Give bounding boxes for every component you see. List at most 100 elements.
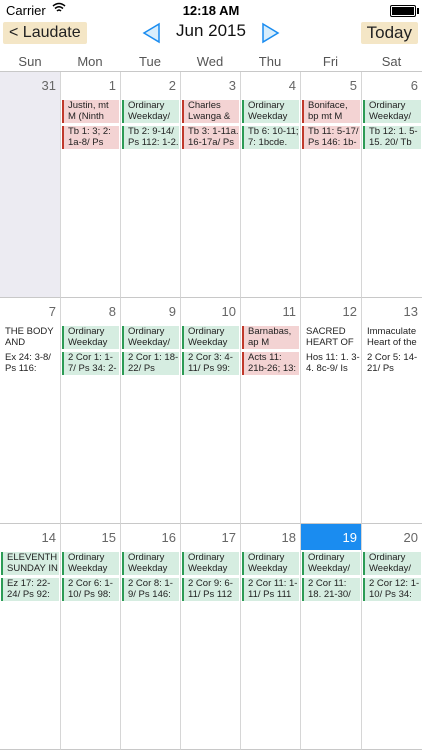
calendar-event[interactable]: Ordinary Weekday/ <box>122 326 179 349</box>
battery-icon <box>390 5 419 17</box>
calendar-event[interactable]: SACRED HEART OF <box>302 326 360 349</box>
day-number: 10 <box>221 304 236 319</box>
month-title: Jun 2015 <box>176 21 246 40</box>
calendar-event[interactable]: 2 Cor 1: 1-7/ Ps 34: 2-3. <box>62 352 119 375</box>
calendar-event[interactable]: Justin, mt M (Ninth Week <box>62 100 119 123</box>
calendar-event[interactable]: 2 Cor 9: 6-11/ Ps 112 <box>182 578 239 601</box>
day-cell[interactable]: 31 <box>0 72 60 298</box>
day-cell[interactable]: 11 Barnabas, ap M Acts 11: 21b-26; 13: <box>240 298 300 524</box>
calendar-event[interactable]: Ordinary Weekday <box>122 552 179 575</box>
day-number: 11 <box>282 304 297 319</box>
day-cell[interactable]: 6 Ordinary Weekday/Tb 12: 1. 5-15. 20/ Tb <box>361 72 422 298</box>
calendar-event[interactable]: Charles Lwanga & <box>182 100 239 123</box>
day-number: 19 <box>342 530 357 545</box>
calendar-event[interactable]: Ordinary Weekday/ <box>122 100 179 123</box>
calendar-event[interactable]: 2 Cor 5: 14-21/ Ps <box>363 352 421 375</box>
day-cell[interactable]: 13 Immaculate Heart of the 2 Cor 5: 14-21/… <box>361 298 422 524</box>
day-number: 2 <box>168 78 176 93</box>
day-cell[interactable]: 16 Ordinary Weekday 2 Cor 8: 1-9/ Ps 146: … <box>120 524 180 750</box>
weekday-label: Sat <box>381 54 402 69</box>
status-bar: Carrier 12:18 AM <box>0 0 422 20</box>
calendar-event[interactable]: 2 Cor 12: 1-10/ Ps 34: <box>363 578 421 601</box>
day-number: 6 <box>410 78 418 93</box>
day-cell[interactable]: 20 Ordinary Weekday/2 Cor 12: 1-10/ Ps 34… <box>361 524 422 750</box>
day-number: 8 <box>108 304 116 319</box>
calendar-event[interactable]: Ordinary Weekday/ <box>363 100 421 123</box>
status-time: 12:18 AM <box>182 3 240 18</box>
today-button[interactable]: Today <box>360 22 418 44</box>
day-cell[interactable]: 14 ELEVENTH SUNDAY IN Ez 17: 22-24/ Ps 92:… <box>0 524 60 750</box>
day-cell[interactable]: 1 Justin, mt M (Ninth Week Tb 1: 3; 2: 1a-… <box>60 72 120 298</box>
month-grid: 311Justin, mt M (Ninth WeekTb 1: 3; 2: 1… <box>0 71 422 750</box>
day-number: 16 <box>161 530 176 545</box>
day-cell[interactable]: 5 Boniface, bp mt M Tb 11: 5-17/ Ps 146: 1… <box>300 72 361 298</box>
calendar-event[interactable]: Tb 3: 1-11a. 16-17a/ Ps <box>182 126 239 149</box>
day-number: 17 <box>221 530 236 545</box>
day-cell[interactable]: 10 Ordinary Weekday 2 Cor 3: 4-11/ Ps 99: <box>180 298 240 524</box>
day-number: 3 <box>228 78 236 93</box>
weekday-label: Wed <box>196 54 224 69</box>
day-number: 20 <box>403 530 418 545</box>
calendar-event[interactable]: Tb 6: 10-11; 7: 1bcde. <box>242 126 299 149</box>
calendar-event[interactable]: Barnabas, ap M <box>242 326 299 349</box>
day-cell[interactable]: 4 Ordinary Weekday Tb 6: 10-11; 7: 1bcde. <box>240 72 300 298</box>
day-number: 13 <box>403 304 418 319</box>
weekday-label: Sun <box>18 54 42 69</box>
weekday-label: Mon <box>77 54 103 69</box>
calendar-event[interactable]: Ordinary Weekday <box>62 552 119 575</box>
calendar-event[interactable]: ELEVENTH SUNDAY IN <box>1 552 59 575</box>
next-month-icon[interactable] <box>259 22 281 44</box>
calendar-event[interactable]: Ex 24: 3-8/ Ps 116: <box>1 352 59 375</box>
calendar-event[interactable]: Ez 17: 22-24/ Ps 92: 2-3. <box>1 578 59 601</box>
day-cell[interactable]: 3 Charles Lwanga & Tb 3: 1-11a. 16-17a/ Ps <box>180 72 240 298</box>
calendar-event[interactable]: 2 Cor 11: 18. 21-30/ Ps 34 <box>302 578 360 601</box>
calendar-event[interactable]: 2 Cor 6: 1-10/ Ps 98: <box>62 578 119 601</box>
day-number: 4 <box>288 78 296 93</box>
day-number: 15 <box>101 530 116 545</box>
day-number: 7 <box>48 304 56 319</box>
day-cell[interactable]: 7 THE BODY AND BLOOD Ex 24: 3-8/ Ps 116: <box>0 298 60 524</box>
calendar-event[interactable]: 2 Cor 3: 4-11/ Ps 99: <box>182 352 239 375</box>
day-number: 14 <box>41 530 56 545</box>
day-number: 31 <box>41 78 56 93</box>
calendar-event[interactable]: Hos 11: 1. 3-4. 8c-9/ Is <box>302 352 360 375</box>
weekday-label: Thu <box>258 54 282 69</box>
calendar-event[interactable]: Ordinary Weekday <box>182 326 239 349</box>
calendar-event[interactable]: Ordinary Weekday <box>242 552 299 575</box>
back-button[interactable]: < Laudate <box>3 22 87 44</box>
calendar-event[interactable]: Tb 12: 1. 5-15. 20/ Tb <box>363 126 421 149</box>
calendar-event[interactable]: Tb 1: 3; 2: 1a-8/ Ps 112 <box>62 126 119 149</box>
day-cell[interactable]: 15 Ordinary Weekday 2 Cor 6: 1-10/ Ps 98: <box>60 524 120 750</box>
day-cell[interactable]: 12 SACRED HEART OF Hos 11: 1. 3-4. 8c-9/ I… <box>300 298 361 524</box>
navigation-bar: < Laudate Jun 2015 Today <box>0 20 422 46</box>
calendar-event[interactable]: 2 Cor 11: 1-11/ Ps 111 <box>242 578 299 601</box>
day-number: 9 <box>168 304 176 319</box>
day-number: 12 <box>342 304 357 319</box>
calendar-event[interactable]: Ordinary Weekday/ <box>302 552 360 575</box>
day-number: 18 <box>281 530 296 545</box>
previous-month-icon[interactable] <box>141 22 163 44</box>
weekday-label: Fri <box>322 54 339 69</box>
calendar-event[interactable]: Ordinary Weekday/ <box>363 552 421 575</box>
day-cell[interactable]: 18 Ordinary Weekday 2 Cor 11: 1-11/ Ps 111 <box>240 524 300 750</box>
day-cell[interactable]: 19 Ordinary Weekday/2 Cor 11: 18. 21-30/ … <box>300 524 361 750</box>
calendar-event[interactable]: Tb 2: 9-14/ Ps 112: 1-2. <box>122 126 179 149</box>
calendar-event[interactable]: Ordinary Weekday <box>242 100 299 123</box>
day-cell[interactable]: 8 Ordinary Weekday 2 Cor 1: 1-7/ Ps 34: 2-… <box>60 298 120 524</box>
day-number: 1 <box>108 78 116 93</box>
calendar-event[interactable]: 2 Cor 1: 18-22/ Ps <box>122 352 179 375</box>
calendar-event[interactable]: Ordinary Weekday <box>182 552 239 575</box>
calendar-event[interactable]: 2 Cor 8: 1-9/ Ps 146: 2. <box>122 578 179 601</box>
day-cell[interactable]: 9 Ordinary Weekday/2 Cor 1: 18-22/ Ps <box>120 298 180 524</box>
calendar-event[interactable]: Tb 11: 5-17/ Ps 146: 1b-2 <box>302 126 360 149</box>
weekday-header: Sun Mon Tue Wed Thu Fri Sat <box>0 51 422 71</box>
calendar-event[interactable]: Acts 11: 21b-26; 13: <box>242 352 299 375</box>
calendar-event[interactable]: Immaculate Heart of the <box>363 326 421 349</box>
calendar-event[interactable]: Ordinary Weekday <box>62 326 119 349</box>
day-cell[interactable]: 17 Ordinary Weekday 2 Cor 9: 6-11/ Ps 112 <box>180 524 240 750</box>
calendar-event[interactable]: THE BODY AND BLOOD <box>1 326 59 349</box>
day-number: 5 <box>349 78 357 93</box>
calendar-event[interactable]: Boniface, bp mt M <box>302 100 360 123</box>
weekday-label: Tue <box>139 54 161 69</box>
day-cell[interactable]: 2 Ordinary Weekday/Tb 2: 9-14/ Ps 112: 1-… <box>120 72 180 298</box>
